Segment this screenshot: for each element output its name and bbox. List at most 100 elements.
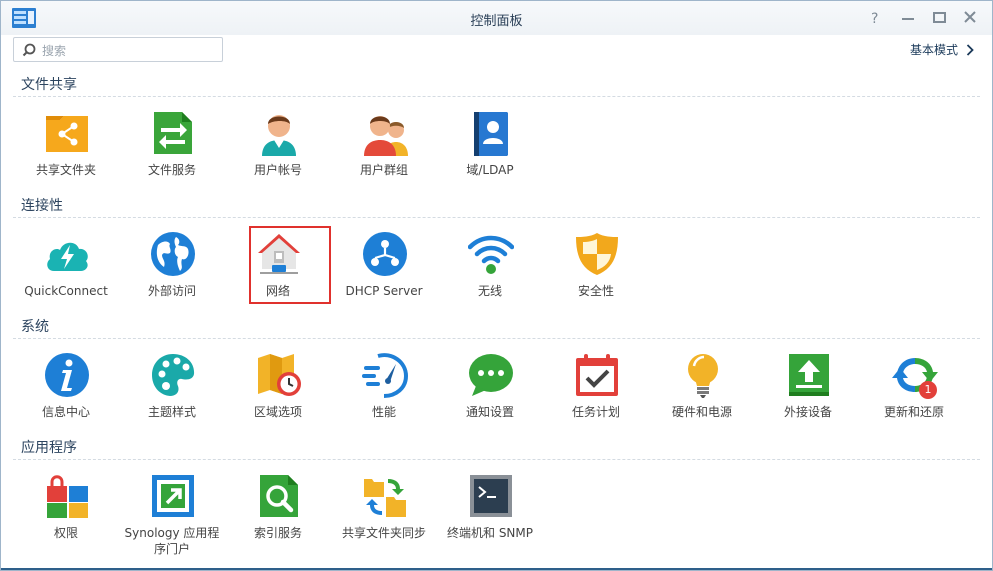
- tile-notification[interactable]: 通知设置: [437, 350, 543, 434]
- help-button[interactable]: ?: [864, 8, 886, 28]
- tile-label: 更新和还原: [883, 405, 944, 419]
- update-badge: 1: [919, 381, 937, 399]
- tile-user-account[interactable]: 用户帐号: [225, 108, 331, 192]
- control-panel-window: 控制面板 ? 基本模式: [0, 0, 993, 571]
- section-title-system: 系统: [21, 319, 49, 335]
- tile-update-restore[interactable]: 1 更新和还原: [861, 350, 967, 434]
- section-title-file-sharing: 文件共享: [21, 77, 77, 93]
- section-title-applications: 应用程序: [21, 440, 77, 456]
- tile-label: 网络: [265, 284, 290, 298]
- shield-icon: [576, 233, 618, 275]
- update-badge-count: 1: [924, 383, 932, 396]
- search-box[interactable]: [13, 37, 223, 62]
- tile-label: DHCP Server: [345, 284, 423, 298]
- chevron-right-icon: [966, 43, 974, 56]
- tile-label: 终端机和 SNMP: [447, 526, 533, 540]
- tile-label: 外部访问: [147, 284, 196, 298]
- section-divider: [13, 459, 980, 460]
- tile-user-group[interactable]: 用户群组: [331, 108, 437, 192]
- tile-network[interactable]: 网络: [225, 226, 331, 313]
- map-clock-icon: [258, 354, 301, 396]
- tile-task-scheduler[interactable]: 任务计划: [543, 350, 649, 434]
- tile-label: 用户群组: [359, 163, 408, 177]
- search-input[interactable]: [40, 40, 219, 61]
- tile-label: 无线: [477, 284, 502, 298]
- tile-label: 共享文件夹同步: [341, 526, 426, 540]
- tile-theme[interactable]: 主题样式: [119, 350, 225, 434]
- section-divider: [13, 217, 980, 218]
- domain-ldap-icon: [474, 112, 508, 156]
- section-divider: [13, 96, 980, 97]
- title-bar: 控制面板 ?: [1, 1, 992, 35]
- folder-sync-icon: [364, 479, 406, 517]
- minimize-button[interactable]: [897, 8, 919, 28]
- globe-icon: [151, 232, 195, 276]
- tile-label: 文件服务: [147, 163, 196, 177]
- tile-file-services[interactable]: 文件服务: [119, 108, 225, 192]
- tile-label: 主题样式: [147, 405, 196, 419]
- tile-label: Synology 应用程 序门户: [119, 525, 225, 557]
- search-icon: [22, 43, 36, 57]
- dhcp-icon: [363, 232, 407, 276]
- tile-security[interactable]: 安全性: [543, 229, 649, 313]
- tile-label: 索引服务: [253, 526, 302, 540]
- tile-label: 任务计划: [571, 405, 620, 419]
- tile-folder-sync[interactable]: 共享文件夹同步: [331, 471, 437, 555]
- speedometer-icon: [362, 353, 408, 398]
- tile-label: 外接设备: [783, 405, 832, 419]
- tile-label: 域/LDAP: [466, 163, 514, 177]
- user-icon: [262, 115, 296, 156]
- tile-label: 硬件和电源: [671, 405, 732, 419]
- terminal-icon: [470, 475, 512, 517]
- svg-text:?: ?: [871, 11, 878, 27]
- palette-icon: [152, 354, 195, 396]
- user-group-icon: [364, 116, 408, 156]
- tile-label: 权限: [53, 526, 78, 540]
- close-icon: [964, 11, 976, 23]
- chat-bubble-icon: [469, 354, 513, 396]
- tile-info-center[interactable]: 信息中心: [13, 350, 119, 434]
- tile-quickconnect[interactable]: QuickConnect: [13, 229, 119, 313]
- shared-folder-icon: [46, 116, 88, 152]
- tile-terminal-snmp[interactable]: 终端机和 SNMP: [437, 471, 543, 555]
- tile-dhcp-server[interactable]: DHCP Server: [331, 229, 437, 313]
- calendar-check-icon: [576, 354, 618, 396]
- tile-label: 安全性: [577, 284, 614, 298]
- basic-mode-link[interactable]: 基本模式: [910, 41, 974, 58]
- close-button[interactable]: [959, 8, 981, 28]
- lock-grid-icon: [47, 475, 88, 518]
- tile-privileges[interactable]: 权限: [13, 471, 119, 555]
- tile-label: 区域选项: [253, 405, 302, 419]
- tile-label: 用户帐号: [253, 163, 302, 177]
- tile-indexing[interactable]: 索引服务: [225, 471, 331, 555]
- magnifier-icon: [260, 475, 298, 517]
- portal-icon: [152, 475, 194, 517]
- upload-icon: [789, 354, 829, 396]
- basic-mode-label: 基本模式: [909, 43, 958, 57]
- network-house-icon: [258, 234, 300, 274]
- tile-label: 共享文件夹: [35, 163, 96, 177]
- section-title-connectivity: 连接性: [21, 198, 63, 214]
- wifi-icon: [468, 235, 514, 274]
- window-bottom-border: [1, 568, 992, 570]
- lightbulb-icon: [688, 354, 718, 398]
- minimize-icon: [902, 18, 914, 20]
- tile-external-devices[interactable]: 外接设备: [755, 350, 861, 434]
- tile-label-line2: 序门户: [153, 542, 190, 556]
- tile-performance[interactable]: 性能: [331, 350, 437, 434]
- tile-label-line1: Synology 应用程: [124, 526, 220, 540]
- tile-hardware-power[interactable]: 硬件和电源: [649, 350, 755, 434]
- tile-shared-folder[interactable]: 共享文件夹: [13, 108, 119, 192]
- section-divider: [13, 338, 980, 339]
- tile-label: QuickConnect: [24, 284, 108, 298]
- tile-wireless[interactable]: 无线: [437, 229, 543, 313]
- tile-domain-ldap[interactable]: 域/LDAP: [437, 108, 543, 192]
- tile-app-portal[interactable]: Synology 应用程 序门户: [119, 471, 225, 557]
- maximize-icon: [933, 12, 946, 23]
- tile-external-access[interactable]: 外部访问: [119, 229, 225, 313]
- tile-label: 通知设置: [465, 405, 514, 419]
- maximize-button[interactable]: [928, 8, 950, 28]
- tile-regional[interactable]: 区域选项: [225, 350, 331, 434]
- file-services-icon: [154, 112, 192, 154]
- quickconnect-icon: [47, 242, 88, 271]
